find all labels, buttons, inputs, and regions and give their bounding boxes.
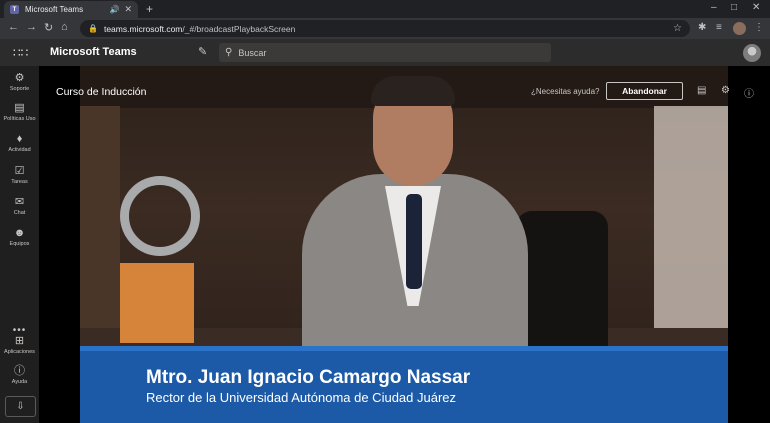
support-icon: ⚙ [14,72,25,84]
info-icon[interactable]: ⓘ [744,85,754,100]
video-speaker-tie [406,194,422,289]
browser-tab-title: Microsoft Teams [25,5,84,14]
search-input[interactable]: ⚲ Buscar [219,43,551,62]
speaker-name: Mtro. Juan Ignacio Camargo Nassar [146,367,471,388]
video-trophy-base [120,263,194,343]
queue-icon[interactable]: ≡ [716,22,722,33]
app-rail: ⚙ Soporte ▤ Políticas Uso ♦ Actividad ☑ … [0,66,39,423]
help-icon: ⓘ [14,365,25,377]
reload-icon[interactable]: ↻ [44,21,53,34]
maximize-icon[interactable]: □ [731,2,737,13]
search-icon: ⚲ [225,47,233,58]
star-icon[interactable]: ☆ [673,23,682,34]
chat-icon: ✉ [14,196,25,208]
lock-icon[interactable]: 🔒 [88,24,98,33]
speaker-role: Rector de la Universidad Autónoma de Ciu… [146,390,457,405]
apps-icon: ⊞ [14,335,25,347]
video-chair [516,211,608,351]
policy-icon: ▤ [14,102,25,114]
bell-icon: ♦ [16,133,23,145]
user-avatar[interactable] [743,44,761,62]
address-url[interactable]: teams.microsoft.com/_#/broadcastPlayback… [104,24,673,34]
download-app-icon[interactable]: ⇩ [5,396,36,417]
browser-toolbar: ← → ↻ ⌂ 🔒 teams.microsoft.com/_#/broadca… [0,18,770,39]
compose-icon[interactable]: ✎ [198,45,207,58]
rail-item-chat[interactable]: ✉ Chat [0,196,39,216]
help-link[interactable]: ¿Necesitas ayuda? [531,87,599,96]
leave-button[interactable]: Abandonar [606,82,683,100]
lower-third-banner: Mtro. Juan Ignacio Camargo Nassar Rector… [80,346,728,423]
video-speaker-hair [371,76,455,106]
rail-item-actividad[interactable]: ♦ Actividad [0,133,39,153]
extensions-icon[interactable]: ✱ [698,22,706,33]
rail-item-tareas[interactable]: ☑ Tareas [0,165,39,185]
rail-item-aplicaciones[interactable]: ⊞ Aplicaciones [0,335,39,355]
event-title: Curso de Inducción [56,86,147,98]
back-icon[interactable]: ← [8,21,19,33]
close-tab-icon[interactable]: ✕ [124,4,132,15]
profile-avatar[interactable] [733,22,746,35]
rail-item-ayuda[interactable]: ⓘ Ayuda [0,365,39,385]
video-trophy [120,176,200,256]
close-window-icon[interactable]: ✕ [752,2,760,13]
video-wall-left [80,106,120,336]
browser-tab[interactable]: T Microsoft Teams 🔊 ✕ [4,1,138,18]
teams-icon: ☻ [13,227,26,239]
video-wall-right [654,106,728,346]
app-launcher-icon[interactable]: ∷∷ [13,46,28,60]
new-tab-icon[interactable]: + [146,2,153,16]
captions-icon[interactable]: ▤ [697,85,706,96]
rail-item-politicas[interactable]: ▤ Políticas Uso [0,102,39,122]
teams-header: ∷∷ Microsoft Teams ✎ ⚲ Buscar [0,39,770,66]
minimize-icon[interactable]: – [711,2,717,13]
broadcast-stage: Mtro. Juan Ignacio Camargo Nassar Rector… [39,66,770,423]
speaker-icon[interactable]: 🔊 [109,5,119,14]
home-icon[interactable]: ⌂ [61,21,68,33]
search-placeholder: Buscar [238,47,267,58]
rail-item-equipos[interactable]: ☻ Equipos [0,227,39,247]
app-title: Microsoft Teams [50,46,137,58]
tasks-icon: ☑ [14,165,25,177]
forward-icon[interactable]: → [26,21,37,33]
address-bar[interactable]: 🔒 teams.microsoft.com/_#/broadcastPlayba… [80,20,690,37]
teams-favicon-icon: T [10,5,19,14]
rail-item-soporte[interactable]: ⚙ Soporte [0,72,39,92]
menu-icon[interactable]: ⋮ [754,22,764,33]
settings-icon[interactable]: ⚙ [721,85,730,96]
browser-tab-strip: T Microsoft Teams 🔊 ✕ + – □ ✕ [0,0,770,18]
